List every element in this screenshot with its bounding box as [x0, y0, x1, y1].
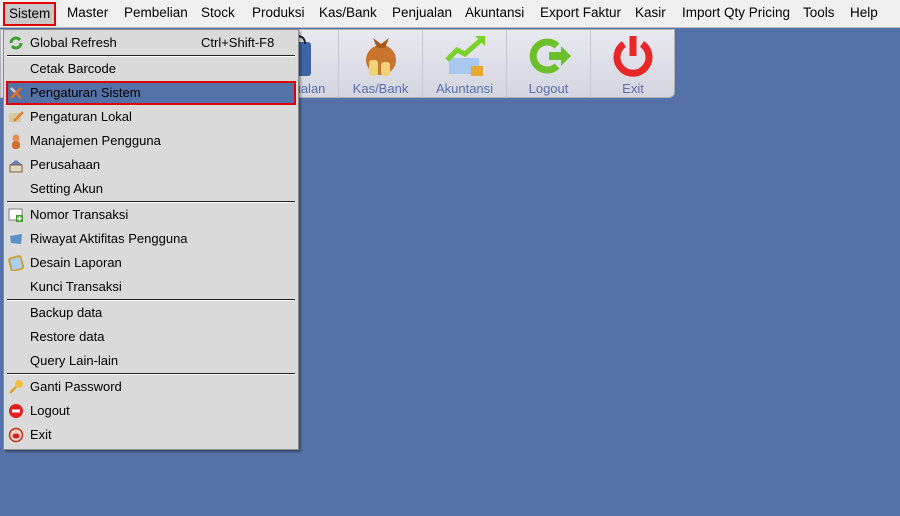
menu-item-label: Riwayat Aktifitas Pengguna [30, 231, 188, 246]
menu-item-pengaturan-sistem[interactable]: Pengaturan Sistem [6, 81, 296, 105]
menu-item-logout[interactable]: Logout [4, 399, 298, 423]
menu-item-label: Nomor Transaksi [30, 207, 129, 222]
menu-import-qty-pricing[interactable]: Import Qty Pricing [682, 5, 790, 20]
logout-icon [9, 404, 23, 418]
menu-item-label: Desain Laporan [30, 255, 122, 270]
menu-help[interactable]: Help [850, 5, 878, 20]
menu-item-desain-laporan[interactable]: Desain Laporan [4, 251, 298, 275]
menu-item-kunci-transaksi[interactable]: Kunci Transaksi [4, 275, 298, 299]
history-icon [10, 234, 22, 244]
menu-item-label: Pengaturan Lokal [30, 109, 132, 124]
menu-penjualan[interactable]: Penjualan [392, 5, 452, 20]
menu-item-global-refresh[interactable]: Global Refresh Ctrl+Shift-F8 [4, 31, 298, 55]
menu-item-label: Restore data [30, 329, 105, 344]
toolbar-label: Kas/Bank [352, 81, 409, 96]
menu-akuntansi[interactable]: Akuntansi [465, 5, 524, 20]
menu-bar: Sistem Master Pembelian Stock Produksi K… [0, 0, 900, 28]
toolbar-label: Akuntansi [435, 81, 494, 96]
menu-produksi[interactable]: Produksi [252, 5, 305, 20]
menu-item-riwayat-aktifitas[interactable]: Riwayat Aktifitas Pengguna [4, 227, 298, 251]
menu-item-manajemen-pengguna[interactable]: Manajemen Pengguna [4, 129, 298, 153]
add-window-icon [8, 208, 23, 222]
settings-pencil-icon [9, 111, 24, 122]
menu-item-label: Manajemen Pengguna [30, 133, 161, 148]
menu-item-pengaturan-lokal[interactable]: Pengaturan Lokal [4, 105, 298, 129]
menu-pembelian[interactable]: Pembelian [124, 5, 188, 20]
menu-item-label: Query Lain-lain [30, 353, 119, 368]
toolbar-akuntansi-button[interactable]: Akuntansi [423, 30, 507, 98]
menu-sistem[interactable]: Sistem [3, 2, 57, 26]
menu-item-label: Backup data [30, 305, 103, 320]
company-building-icon [9, 160, 23, 173]
toolbar-logout-button[interactable]: Logout [507, 30, 591, 98]
sistem-dropdown-menu: Global Refresh Ctrl+Shift-F8 Cetak Barco… [3, 29, 299, 450]
menu-item-label: Ganti Password [30, 379, 122, 394]
report-design-icon [8, 255, 24, 271]
menu-item-perusahaan[interactable]: Perusahaan [4, 153, 298, 177]
menu-master[interactable]: Master [67, 5, 108, 20]
menu-item-label: Setting Akun [30, 181, 103, 196]
shortcut-label: Ctrl+Shift-F8 [201, 35, 275, 50]
menu-item-backup-data[interactable]: Backup data [4, 301, 298, 325]
menu-item-label: Logout [30, 403, 70, 418]
menu-item-label: Exit [30, 427, 52, 442]
logout-arrow-icon [529, 38, 571, 74]
user-icon [12, 134, 20, 149]
menu-kasir[interactable]: Kasir [635, 5, 666, 20]
money-bag-icon [365, 38, 396, 76]
menu-item-exit[interactable]: Exit [4, 423, 298, 447]
menu-stock[interactable]: Stock [201, 5, 235, 20]
toolbar-label: Exit [622, 81, 644, 96]
toolbar-kas-bank-button[interactable]: Kas/Bank [339, 30, 423, 98]
toolbar-exit-button[interactable]: Exit [591, 30, 675, 98]
growth-chart-icon [444, 36, 485, 76]
menu-item-label: Global Refresh [30, 35, 117, 50]
menu-item-query-lain-lain[interactable]: Query Lain-lain [4, 349, 298, 373]
menu-tools[interactable]: Tools [803, 5, 835, 20]
refresh-icon [9, 36, 23, 50]
menu-item-restore-data[interactable]: Restore data [4, 325, 298, 349]
menu-export-faktur[interactable]: Export Faktur [540, 5, 621, 20]
menu-item-cetak-barcode[interactable]: Cetak Barcode [4, 57, 298, 81]
menu-item-label: Pengaturan Sistem [30, 85, 141, 100]
menu-item-label: Kunci Transaksi [30, 279, 122, 294]
menu-item-setting-akun[interactable]: Setting Akun [4, 177, 298, 201]
menu-item-label: Perusahaan [30, 157, 101, 172]
menu-item-label: Cetak Barcode [30, 61, 116, 76]
menu-kas-bank[interactable]: Kas/Bank [319, 5, 377, 20]
menu-item-ganti-password[interactable]: Ganti Password [4, 375, 298, 399]
tools-icon [10, 87, 22, 99]
key-icon [9, 380, 23, 394]
exit-icon [8, 427, 24, 443]
power-icon [613, 36, 653, 77]
menu-item-nomor-transaksi[interactable]: Nomor Transaksi [4, 203, 298, 227]
toolbar-label: Logout [528, 81, 569, 96]
